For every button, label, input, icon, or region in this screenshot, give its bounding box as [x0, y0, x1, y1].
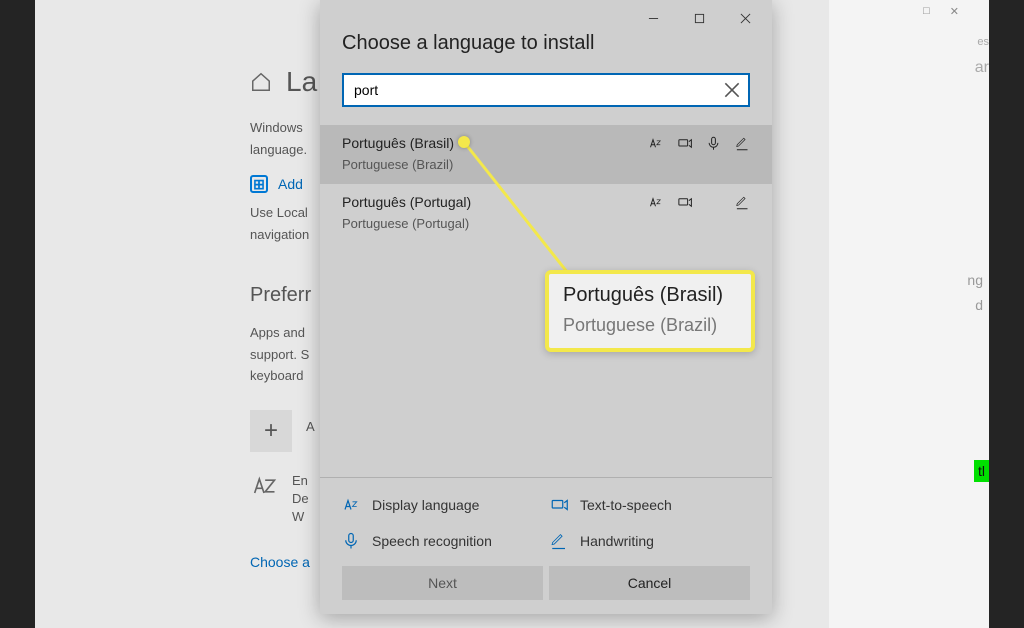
dialog-title: Choose a language to install: [342, 32, 750, 55]
display-language-icon: [648, 195, 663, 210]
right-panel-bg: □ ✕ es ar ng d tl: [829, 0, 989, 628]
close-button[interactable]: [722, 2, 768, 34]
search-wrap: [342, 73, 750, 107]
legend-speech-label: Speech recognition: [372, 533, 492, 549]
maximize-icon[interactable]: □: [923, 5, 930, 18]
result-native-name: Português (Brasil): [342, 135, 454, 151]
add-store-link[interactable]: Add: [278, 176, 303, 192]
speech-icon: [706, 136, 721, 151]
result-native-name: Português (Portugal): [342, 194, 471, 210]
callout-line2: Portuguese (Brazil): [563, 315, 737, 336]
rp-t2: d: [967, 293, 983, 318]
rp-ar: ar: [975, 59, 989, 77]
next-button[interactable]: Next: [342, 566, 543, 600]
rp-es: es: [977, 36, 989, 48]
language-az-icon: [250, 472, 278, 500]
close-icon[interactable]: ✕: [950, 5, 959, 18]
handwriting-icon: [550, 532, 568, 550]
speech-icon: [342, 532, 360, 550]
add-label: A: [306, 419, 315, 434]
rp-t1: ng: [967, 268, 983, 293]
minimize-button[interactable]: [630, 2, 676, 34]
feature-legend: Display language Text-to-speech Speech r…: [320, 477, 772, 560]
store-icon: ⊞: [250, 175, 268, 193]
language-result-pt-br[interactable]: Português (Brasil) Portuguese (Brazil): [320, 125, 772, 184]
handwriting-icon: [735, 136, 750, 151]
handwriting-icon: [735, 195, 750, 210]
callout-line1: Português (Brasil): [563, 284, 737, 307]
green-highlight: tl: [974, 460, 989, 482]
clear-search-icon[interactable]: [724, 82, 740, 98]
display-language-icon: [342, 496, 360, 514]
lang-en-label: En: [292, 472, 309, 490]
result-english-name: Portuguese (Portugal): [342, 216, 750, 231]
tts-icon: [677, 136, 692, 151]
legend-tts-label: Text-to-speech: [580, 497, 672, 513]
results-list: Português (Brasil) Portuguese (Brazil) P…: [320, 125, 772, 243]
result-english-name: Portuguese (Brazil): [342, 157, 750, 172]
tts-icon: [550, 496, 568, 514]
cancel-button[interactable]: Cancel: [549, 566, 750, 600]
lang-de-label: De: [292, 490, 309, 508]
tts-icon: [677, 195, 692, 210]
page-title: La: [286, 66, 317, 98]
lang-w-label: W: [292, 508, 309, 526]
maximize-button[interactable]: [676, 2, 722, 34]
callout-tooltip: Português (Brasil) Portuguese (Brazil): [545, 270, 755, 352]
language-search-input[interactable]: [344, 75, 748, 105]
callout-dot: [458, 136, 470, 148]
language-result-pt-pt[interactable]: Português (Portugal) Portuguese (Portuga…: [320, 184, 772, 243]
legend-handwriting-label: Handwriting: [580, 533, 654, 549]
add-language-button[interactable]: +: [250, 410, 292, 452]
home-icon: [250, 71, 272, 93]
display-language-icon: [648, 136, 663, 151]
legend-display-label: Display language: [372, 497, 479, 513]
